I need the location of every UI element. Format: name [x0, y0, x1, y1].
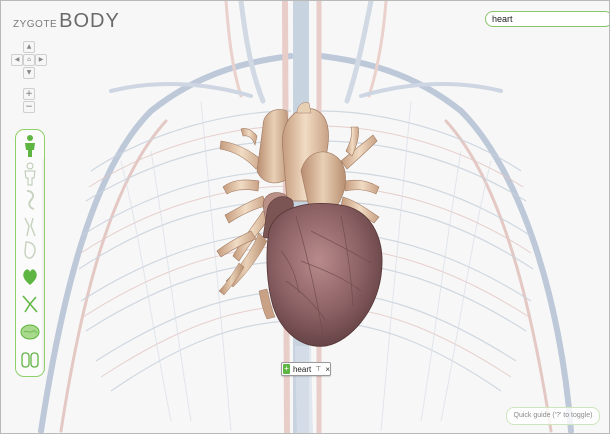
chevron-right-icon[interactable]: ▶	[35, 54, 47, 66]
selection-label[interactable]: + heart ⊤ ×	[281, 362, 331, 376]
connective-layer-icon[interactable]	[19, 214, 41, 238]
skeleton-layer-icon[interactable]	[19, 188, 41, 212]
zoom-in-button[interactable]: +	[23, 88, 35, 100]
heart-layer-icon[interactable]	[19, 264, 41, 288]
chevron-down-icon[interactable]: ▼	[23, 67, 35, 79]
search-input[interactable]	[485, 11, 609, 27]
quick-guide-button[interactable]: Quick guide ('?' to toggle)	[506, 407, 600, 425]
close-icon[interactable]: ×	[325, 365, 330, 374]
zoom-out-button[interactable]: −	[23, 101, 35, 113]
chevron-up-icon[interactable]: ▲	[23, 41, 35, 53]
add-icon[interactable]: +	[283, 364, 290, 374]
viewer-frame: ZYGOTE BODY ▲ ◀ ⌂ ▶ ▼ + −	[0, 0, 610, 434]
skin-layer-icon[interactable]	[19, 134, 41, 158]
organs-layer-icon[interactable]	[19, 238, 41, 262]
nerves-layer-icon[interactable]	[19, 348, 41, 372]
pin-icon[interactable]: ⊤	[315, 365, 321, 373]
brain-layer-icon[interactable]	[19, 320, 41, 344]
app-logo: ZYGOTE BODY	[13, 11, 120, 31]
muscle-layer-icon[interactable]	[19, 162, 41, 186]
logo-big-text: BODY	[59, 10, 120, 32]
vessels-layer-icon[interactable]	[19, 292, 41, 316]
logo-small-text: ZYGOTE	[13, 19, 58, 30]
selection-label-text: heart	[292, 364, 312, 374]
layer-panel	[15, 129, 45, 377]
chevron-left-icon[interactable]: ◀	[11, 54, 23, 66]
home-icon[interactable]: ⌂	[23, 54, 35, 66]
